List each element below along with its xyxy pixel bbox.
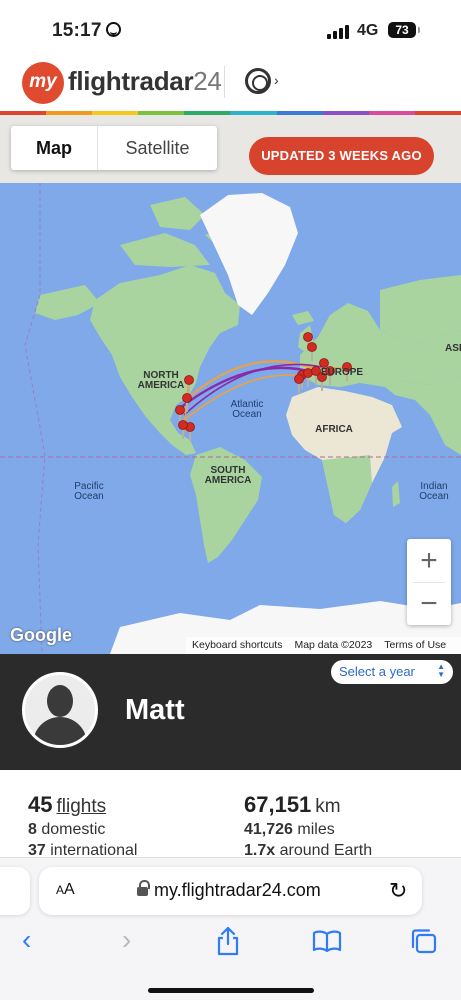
address-bar[interactable]: AAAA my.flightradar24.com ↻ [39,867,422,915]
km-label: km [315,796,341,817]
avatar-head-shape [47,685,73,717]
browser-nav-row: ‹ › [0,924,461,964]
browser-toolbar: AAAA my.flightradar24.com ↻ ‹ › [0,857,461,1000]
terms-of-use-link[interactable]: Terms of Use [384,639,446,651]
flights-count: 45 [28,792,53,817]
status-time: 15:17 [52,20,121,42]
domestic-label: domestic [41,821,106,838]
label-south-america-2: AMERICA [205,475,252,486]
reload-icon[interactable]: ↻ [389,878,407,904]
cellular-signal-icon [327,24,353,39]
clock-text: 15:17 [52,20,102,41]
map-view-button[interactable]: Map [11,126,98,170]
url-text[interactable]: my.flightradar24.com [154,880,321,901]
map-canvas[interactable]: NORTH AMERICA SOUTH AMERICA EUROPE AFRIC… [0,115,461,654]
map-data-credit: Map data ©2023 [294,639,373,651]
label-europe: EUROPE [321,367,364,378]
previous-tab-preview[interactable] [0,867,30,915]
map-attribution: Keyboard shortcuts Map data ©2023 Terms of… [186,637,461,654]
keyboard-shortcuts-link[interactable]: Keyboard shortcuts [192,639,282,651]
chevron-right-icon: › [274,72,279,88]
stats-flights-column: 45 flights 8 domestic 37 international [28,792,137,860]
avatar [22,672,98,748]
reader-options-button[interactable]: AAAA [56,881,75,899]
label-africa: AFRICA [315,424,353,435]
label-indian-2: Ocean [419,491,448,502]
logo-badge[interactable]: my [22,62,64,104]
tabs-icon[interactable] [410,928,438,954]
logo-name: flightradar [68,66,194,96]
battery-level: 73 [395,23,409,37]
google-logo[interactable]: Google [10,625,72,646]
domestic-stat: 8 domestic [28,821,137,839]
flights-link[interactable]: flights [56,796,106,817]
zoom-divider [413,582,445,583]
site-header: my flightradar24 › [0,58,461,112]
stats-distance-column: 67,151 km 41,726 miles 1.7x around Earth [244,792,372,860]
updated-badge-button[interactable]: UPDATED 3 WEEKS AGO [249,137,434,175]
battery-icon: 73 [388,22,420,38]
logo-number: 24 [193,66,222,96]
forward-arrow-icon[interactable]: › [122,924,131,956]
miles-label: miles [297,821,335,838]
label-asia: ASIA [445,343,461,354]
network-type: 4G [357,22,379,39]
label-atlantic-2: Ocean [232,409,261,420]
profile-banner: Select a year ▲ ▼ Matt [0,654,461,770]
user-name: Matt [125,694,185,726]
bookmarks-icon[interactable] [312,930,342,952]
status-bar: 15:17 4G 73 [0,0,461,58]
satellite-view-button[interactable]: Satellite [98,126,217,170]
zoom-out-button[interactable]: − [407,582,451,625]
back-arrow-icon[interactable]: ‹ [22,924,31,956]
miles-stat: 41,726 miles [244,821,372,839]
logo-wordmark[interactable]: flightradar24 [68,66,222,97]
label-pacific-2: Ocean [74,491,103,502]
avatar-body-shape [33,717,87,745]
radar-icon [245,68,271,94]
home-indicator[interactable] [148,988,314,993]
domestic-count: 8 [28,821,37,838]
radar-menu-button[interactable]: › [245,68,285,96]
flights-total: 45 flights [28,792,137,818]
year-select-label: Select a year [339,664,415,679]
distance-total: 67,151 km [244,792,372,818]
flight-stats: 45 flights 8 domestic 37 international 67… [0,770,461,860]
lock-icon [137,880,150,897]
flight-map[interactable]: NORTH AMERICA SOUTH AMERICA EUROPE AFRIC… [0,115,461,654]
zoom-control: + − [407,539,451,625]
aa-small-glyph: A [56,883,65,897]
focus-mode-icon [105,22,121,37]
map-type-toggle: Map Satellite [11,126,217,170]
miles-count: 41,726 [244,821,293,838]
km-count: 67,151 [244,792,312,817]
select-arrows-icon: ▲ ▼ [437,662,445,679]
label-north-america-2: AMERICA [138,380,185,391]
year-select-dropdown[interactable]: Select a year ▲ ▼ [331,660,453,684]
share-icon[interactable] [215,926,241,956]
header-divider [224,66,225,98]
zoom-in-button[interactable]: + [407,539,451,582]
